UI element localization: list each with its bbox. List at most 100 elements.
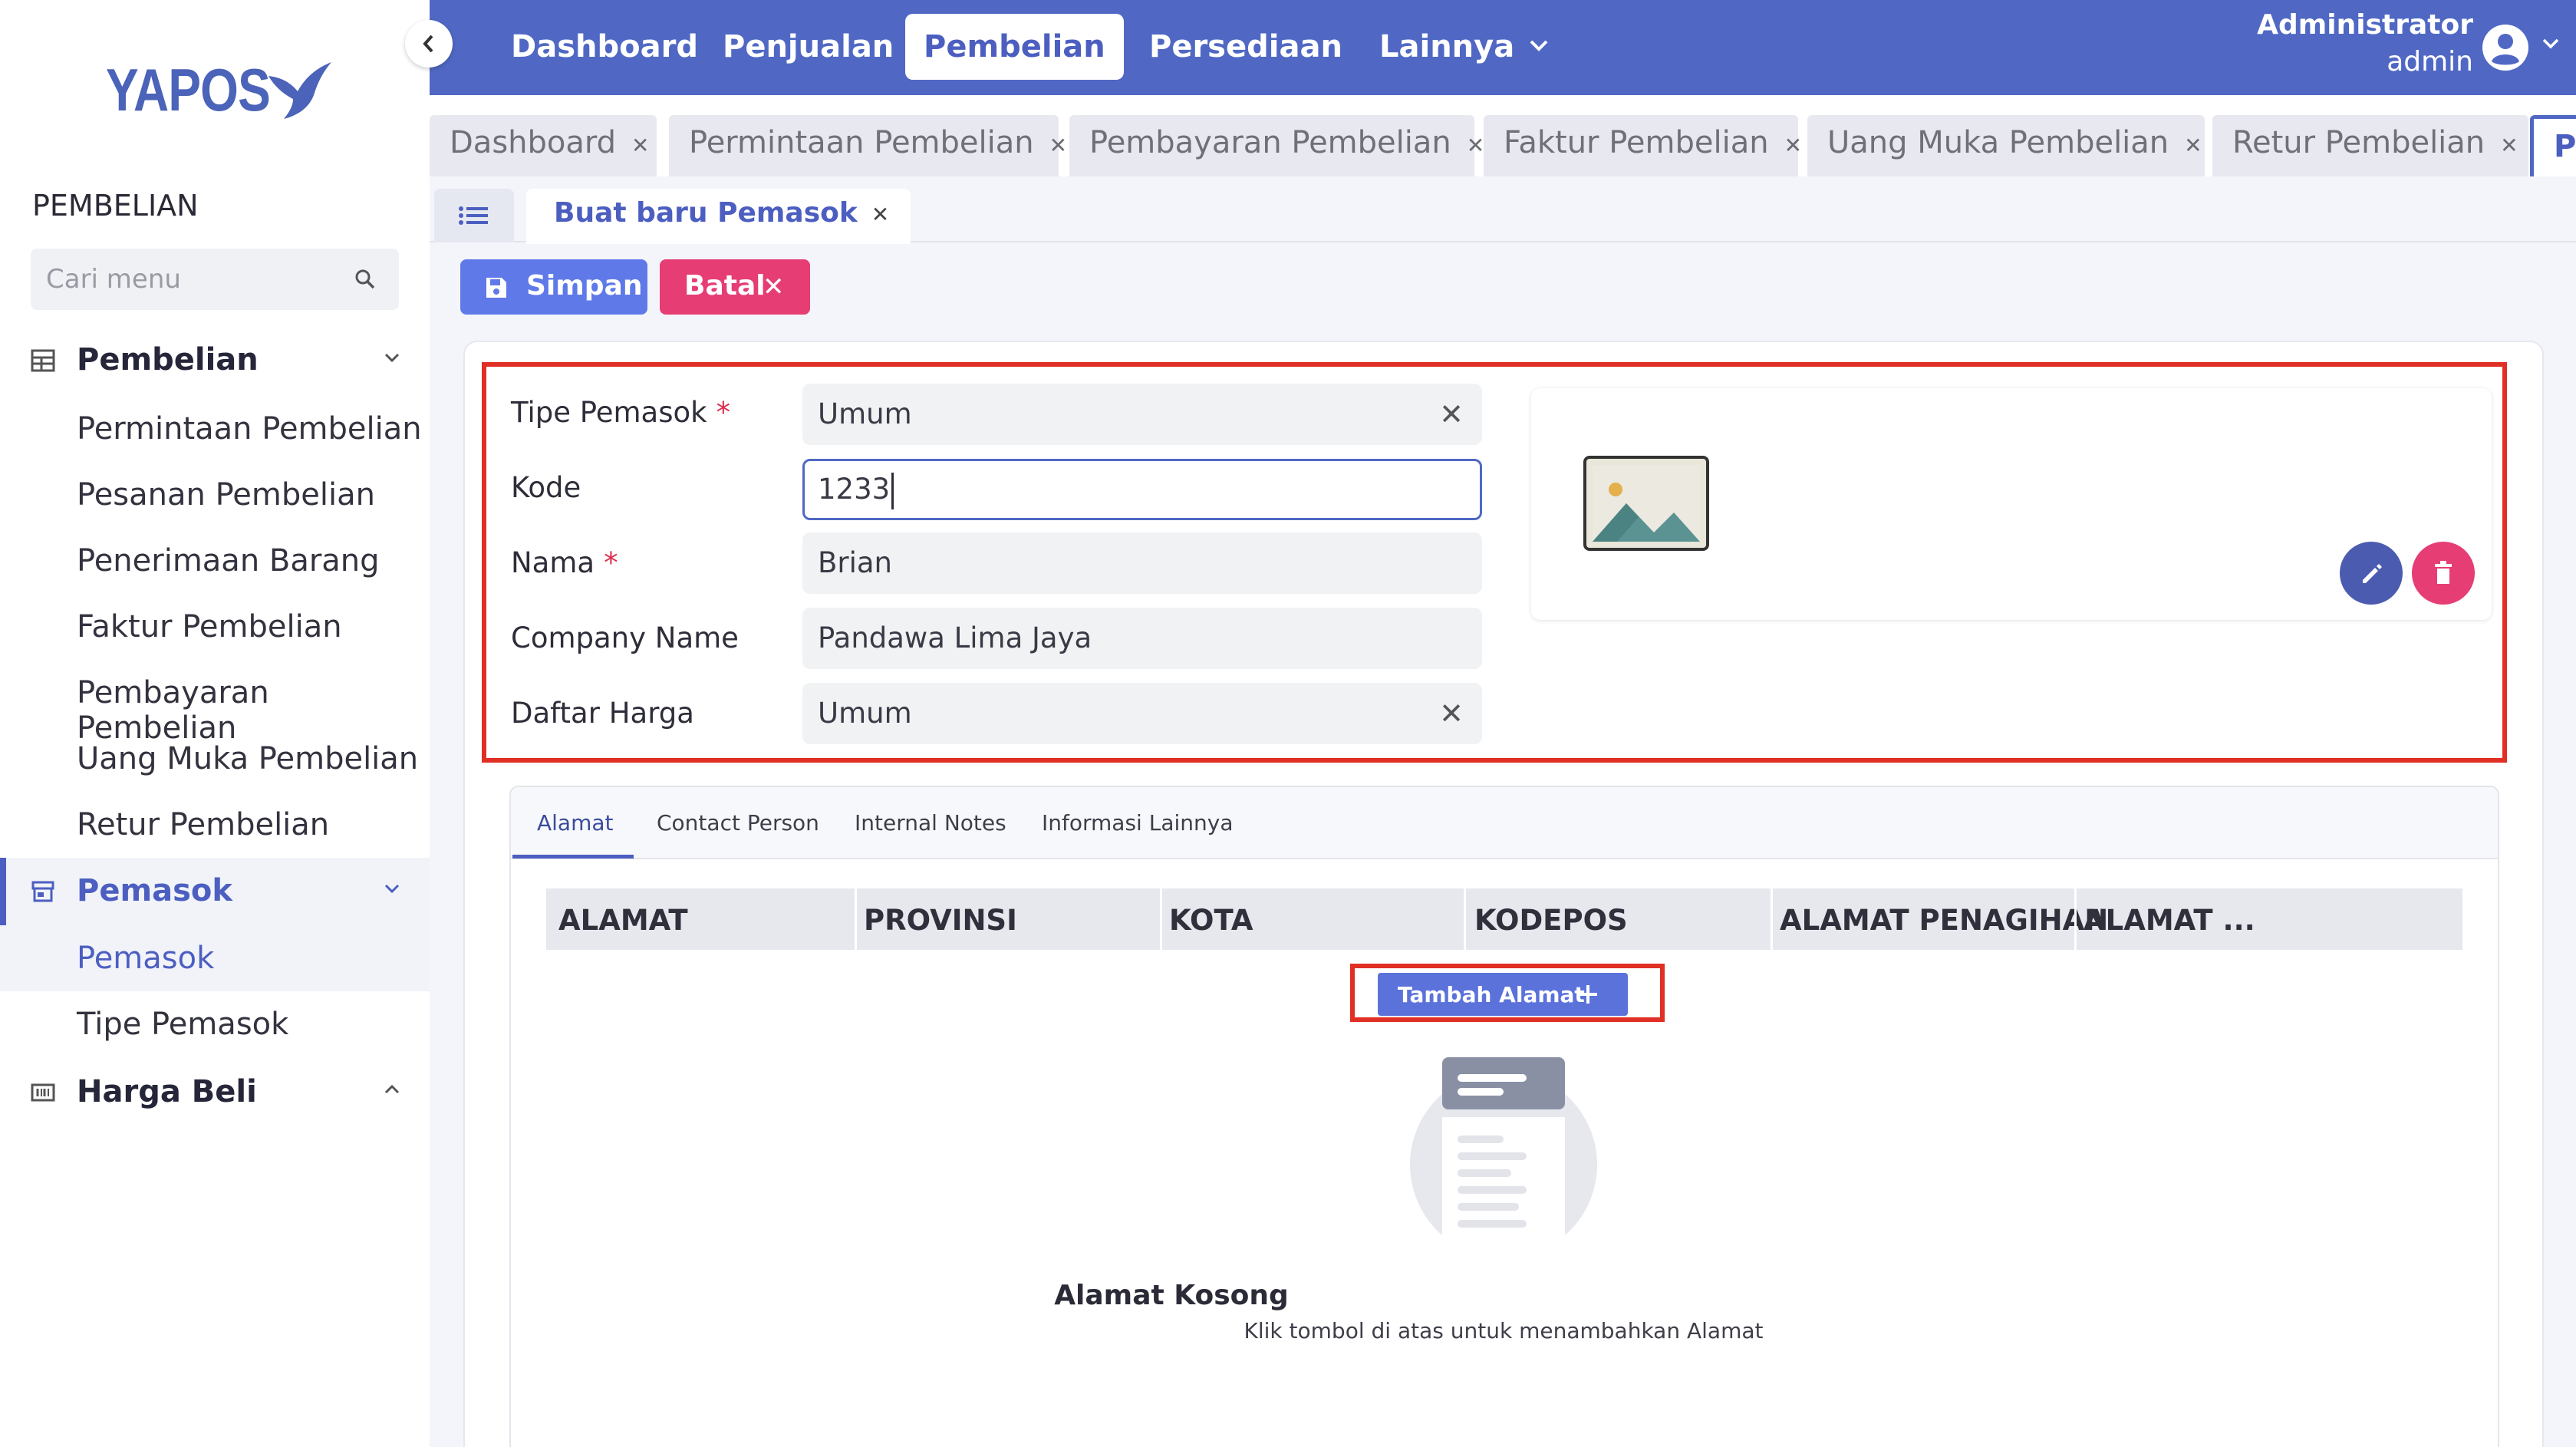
doc-tab-label: Faktur Pembelian (1504, 125, 1769, 160)
column-header[interactable]: ALAMAT ... (2084, 904, 2255, 937)
chevron-down-icon[interactable] (2541, 37, 2561, 51)
tab-informasi-lainnya[interactable]: Informasi Lainnya (1042, 810, 1233, 836)
close-icon[interactable]: ✕ (2184, 133, 2202, 158)
column-divider[interactable] (2074, 888, 2077, 950)
doc-tab-dashboard[interactable]: Dashboard ✕ (430, 115, 657, 176)
chevron-up-icon[interactable] (384, 1083, 400, 1096)
store-icon (31, 881, 54, 902)
nav-penjualan[interactable]: Penjualan (704, 14, 912, 80)
table-icon (31, 349, 55, 372)
sidebar-group-label: Harga Beli (77, 1074, 257, 1109)
sidebar-item-label: Retur Pembelian (77, 807, 330, 842)
close-icon[interactable]: ✕ (1784, 133, 1802, 158)
subtab-label: Buat baru Pemasok (554, 197, 858, 229)
tab-alamat[interactable]: Alamat (537, 810, 614, 836)
sidebar: YAPOS PEMBELIAN Pembelian Permintaan Pem… (0, 0, 430, 1447)
cancel-button[interactable]: Batal ✕ (660, 259, 810, 315)
save-label: Simpan (526, 270, 643, 302)
column-header[interactable]: ALAMAT (558, 904, 688, 937)
sidebar-item-pembayaran-pembelian[interactable]: Pembayaran Pembelian (0, 660, 430, 746)
brand-logo[interactable]: YAPOS (106, 55, 333, 125)
chevron-left-icon (423, 35, 433, 53)
address-table-header: ALAMAT PROVINSI KOTA KODEPOS ALAMAT PENA… (546, 888, 2462, 950)
doc-tab-permintaan-pembelian[interactable]: Permintaan Pembelian ✕ (669, 115, 1067, 176)
column-header[interactable]: PROVINSI (864, 904, 1017, 937)
close-icon[interactable]: ✕ (2500, 133, 2518, 158)
doc-tab-uang-muka-pembelian[interactable]: Uang Muka Pembelian ✕ (1807, 115, 2205, 176)
sidebar-item-faktur-pembelian[interactable]: Faktur Pembelian (0, 594, 430, 660)
sidebar-group-label: Pemasok (77, 873, 233, 908)
active-indicator (0, 858, 6, 925)
sidebar-item-permintaan-pembelian[interactable]: Permintaan Pembelian (0, 396, 430, 462)
nav-persediaan[interactable]: Persediaan (1131, 14, 1361, 80)
save-button[interactable]: Simpan (460, 259, 647, 315)
highlight-box-add-button (1350, 964, 1665, 1022)
top-navigation: Dashboard Penjualan Pembelian Persediaan… (430, 0, 2576, 95)
sidebar-group-pembelian[interactable]: Pembelian (0, 327, 430, 394)
bird-logo-icon (268, 61, 331, 119)
tab-buat-baru-pemasok[interactable]: Buat baru Pemasok ✕ (526, 189, 911, 244)
doc-tab-label: Uang Muka Pembelian (1827, 125, 2169, 160)
sidebar-item-label: Pemasok (77, 941, 215, 976)
doc-tab-retur-pembelian[interactable]: Retur Pembelian ✕ (2212, 115, 2528, 176)
doc-tab-overflow[interactable]: Pe (2530, 115, 2576, 176)
sidebar-item-pemasok[interactable]: Pemasok (0, 925, 430, 991)
doc-tab-faktur-pembelian[interactable]: Faktur Pembelian ✕ (1484, 115, 1802, 176)
nav-dashboard[interactable]: Dashboard (492, 14, 716, 80)
column-divider[interactable] (1771, 888, 1773, 950)
nav-lainnya[interactable]: Lainnya (1361, 14, 1533, 80)
chevron-down-icon[interactable] (1528, 38, 1550, 54)
sidebar-search-input[interactable] (46, 262, 338, 296)
sidebar-group-label: Pembelian (77, 342, 259, 377)
empty-state-subtitle: Klik tombol di atas untuk menambahkan Al… (1244, 1318, 1764, 1343)
active-tab-indicator (512, 855, 634, 859)
empty-document-icon (1410, 1057, 1597, 1257)
sidebar-item-penerimaan-barang[interactable]: Penerimaan Barang (0, 528, 430, 594)
doc-tab-label: Retur Pembelian (2232, 125, 2485, 160)
column-header[interactable]: KOTA (1169, 904, 1253, 937)
chevron-down-icon[interactable] (384, 882, 400, 895)
empty-state-title: Alamat Kosong (1054, 1280, 1289, 1311)
sidebar-item-pesanan-pembelian[interactable]: Pesanan Pembelian (0, 462, 430, 528)
doc-tab-label: Pembayaran Pembelian (1089, 125, 1451, 160)
user-name: Administrator (2257, 9, 2473, 41)
sidebar-item-label: Faktur Pembelian (77, 609, 342, 644)
sidebar-item-label: Tipe Pemasok (77, 1007, 289, 1042)
close-icon[interactable]: ✕ (631, 133, 649, 158)
sidebar-collapse-button[interactable] (405, 20, 453, 68)
close-icon: ✕ (763, 272, 785, 302)
cancel-label: Batal (684, 270, 766, 302)
doc-tab-pembayaran-pembelian[interactable]: Pembayaran Pembelian ✕ (1069, 115, 1484, 176)
brand-name: YAPOS (106, 56, 271, 124)
list-button[interactable] (434, 189, 514, 242)
floppy-disk-icon (486, 278, 506, 298)
sidebar-group-pemasok[interactable]: Pemasok (0, 858, 430, 925)
nav-pembelian[interactable]: Pembelian (905, 14, 1124, 80)
chevron-down-icon[interactable] (384, 351, 400, 364)
search-icon[interactable] (354, 269, 376, 290)
barcode-icon (31, 1083, 55, 1102)
close-icon[interactable]: ✕ (1049, 133, 1067, 158)
document-tabs: Dashboard ✕ Permintaan Pembelian ✕ Pembaya… (430, 95, 2576, 176)
column-divider[interactable] (855, 888, 857, 950)
tab-contact-person[interactable]: Contact Person (657, 810, 819, 836)
detail-tab-bar: Alamat Contact Person Internal Notes Inf… (511, 787, 2498, 859)
sidebar-item-tipe-pemasok[interactable]: Tipe Pemasok (0, 991, 430, 1057)
sidebar-item-label: Uang Muka Pembelian (77, 741, 419, 776)
user-avatar-icon[interactable] (2481, 23, 2530, 72)
column-divider[interactable] (1464, 888, 1466, 950)
close-icon[interactable]: ✕ (871, 202, 889, 227)
column-divider[interactable] (1160, 888, 1162, 950)
doc-tab-label: Pe (2554, 129, 2576, 164)
tab-internal-notes[interactable]: Internal Notes (855, 810, 1006, 836)
user-role: admin (2387, 46, 2473, 77)
sidebar-group-harga-beli[interactable]: Harga Beli (0, 1059, 430, 1126)
column-header[interactable]: ALAMAT PENAGIHAN (1780, 904, 2108, 937)
sidebar-item-uang-muka-pembelian[interactable]: Uang Muka Pembelian (0, 726, 430, 792)
column-header[interactable]: KODEPOS (1474, 904, 1628, 937)
sidebar-item-retur-pembelian[interactable]: Retur Pembelian (0, 792, 430, 858)
close-icon[interactable]: ✕ (1467, 133, 1484, 158)
sidebar-item-label: Penerimaan Barang (77, 543, 380, 578)
sidebar-search[interactable] (31, 249, 399, 310)
sub-tab-bar: Buat baru Pemasok ✕ (430, 176, 2576, 244)
